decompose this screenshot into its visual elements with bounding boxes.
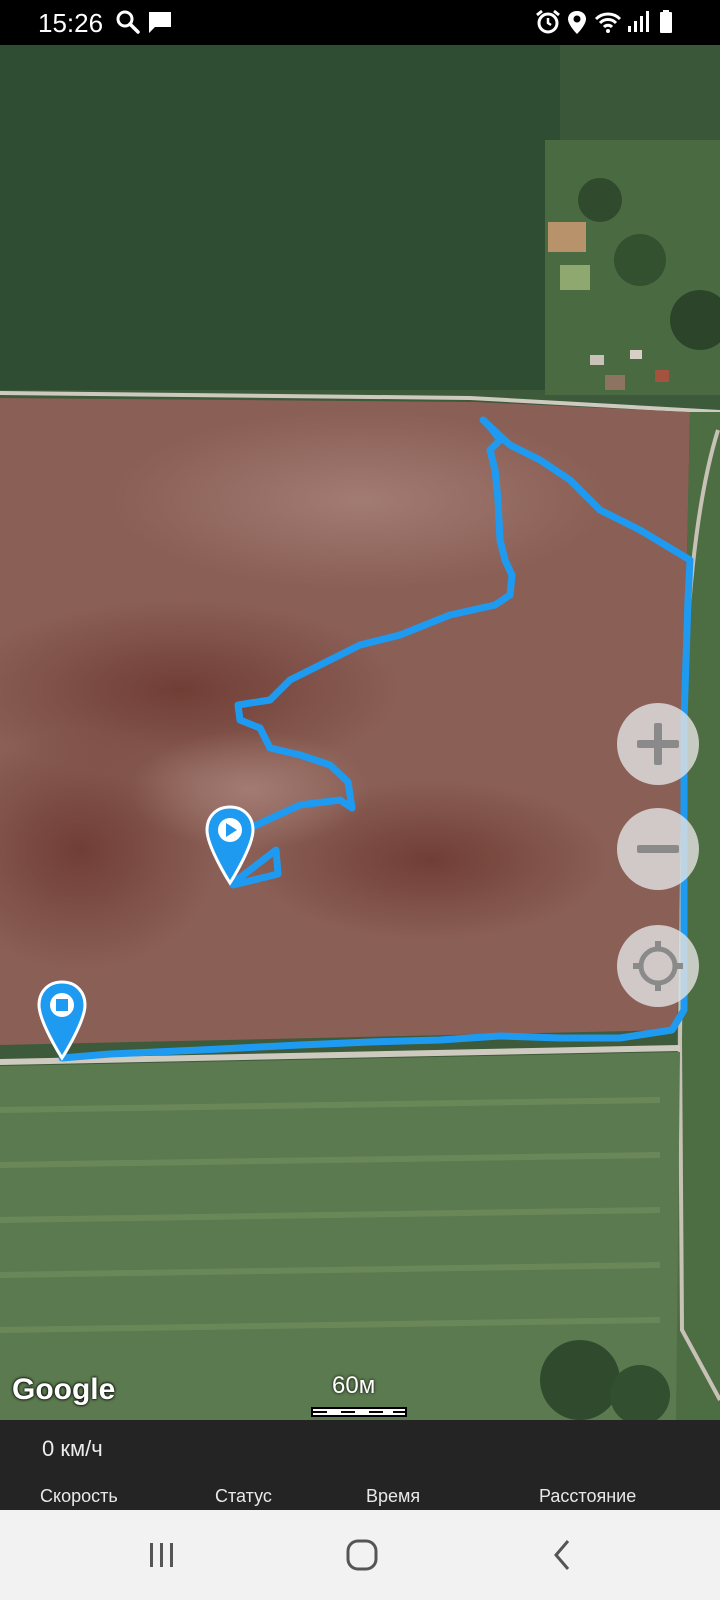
tracking-info-panel: 0 км/ч Скорость Статус Время Расстояние [0,1420,720,1510]
distance-label: Расстояние [539,1486,637,1506]
plus-icon [637,723,679,765]
map-scale-label: 60м [332,1372,376,1399]
status-label: Статус [215,1486,272,1506]
alarm-icon [536,9,560,34]
recent-apps-icon[interactable] [140,1535,184,1575]
start-marker[interactable] [204,805,256,887]
location-icon [568,11,586,34]
end-marker[interactable] [36,980,88,1062]
google-logo: Google [12,1373,116,1406]
zoom-out-button[interactable] [617,808,699,890]
my-location-button[interactable] [617,925,699,1007]
stop-icon [56,999,68,1011]
signal-icon [628,11,649,32]
speed-value: 0 км/ч [42,1436,103,1461]
map-scale-bar [311,1407,407,1417]
wifi-icon [594,12,622,33]
status-bar: 15:26 [0,0,720,45]
time-label: Время [366,1486,421,1506]
zoom-in-button[interactable] [617,703,699,785]
battery-icon [660,10,672,33]
crosshair-icon [633,941,683,991]
message-icon [149,12,171,33]
home-icon[interactable] [340,1535,384,1575]
speed-label: Скорость [40,1486,118,1506]
status-time: 15:26 [38,8,104,38]
minus-icon [637,845,679,853]
back-icon[interactable] [540,1535,584,1575]
map-view[interactable]: Google 60м [0,45,720,1420]
system-nav-bar [0,1510,720,1600]
satellite-map[interactable] [0,45,720,1420]
search-icon [116,10,140,34]
